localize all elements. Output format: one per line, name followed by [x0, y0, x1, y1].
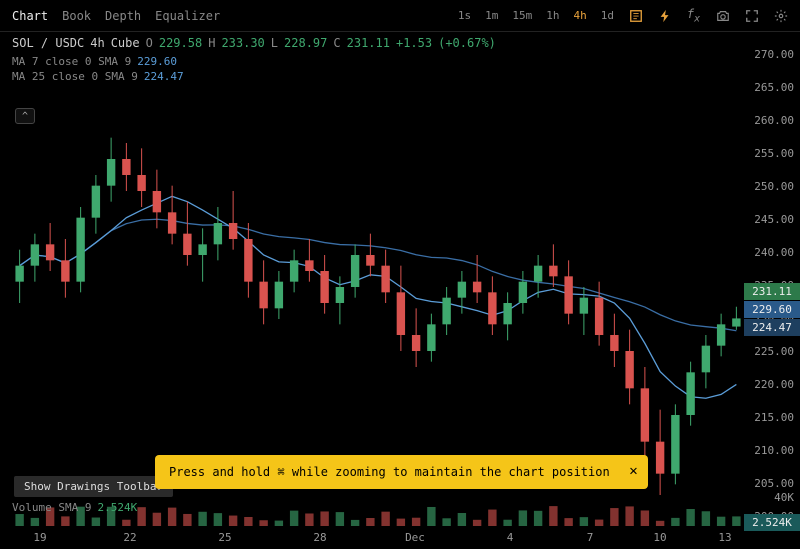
price-tick: 210.00: [754, 444, 794, 457]
tab-chart[interactable]: Chart: [12, 7, 48, 25]
price-tick: 245.00: [754, 213, 794, 226]
price-tick: 270.00: [754, 48, 794, 61]
price-badge-last: 231.11: [744, 283, 800, 300]
timeframe-1d[interactable]: 1d: [601, 9, 614, 22]
price-tick: 225.00: [754, 345, 794, 358]
fx-indicators-icon[interactable]: fx: [686, 8, 701, 23]
price-axis[interactable]: 270.00 265.00 260.00 255.00 250.00 245.00 240.…: [744, 36, 800, 525]
volume-indicator-row: Volume SMA 9 2.524K: [12, 501, 137, 514]
time-tick: 7: [587, 531, 594, 544]
price-tick: 240.00: [754, 246, 794, 259]
volume-axis-tick: 40K: [774, 491, 794, 504]
volume-value: 2.524K: [97, 501, 137, 514]
time-tick: Dec: [405, 531, 425, 544]
time-tick: 19: [33, 531, 46, 544]
camera-icon[interactable]: [715, 8, 730, 23]
time-tick: 22: [123, 531, 136, 544]
price-tick: 250.00: [754, 180, 794, 193]
price-tick: 220.00: [754, 378, 794, 391]
chart-area[interactable]: 270.00 265.00 260.00 255.00 250.00 245.00 240.…: [0, 36, 800, 525]
time-tick: 25: [218, 531, 231, 544]
close-icon[interactable]: ✕: [629, 463, 637, 479]
price-badge-ma25: 224.47: [744, 319, 800, 336]
zoom-hint-text: Press and hold ⌘ while zooming to mainta…: [169, 465, 610, 479]
top-tab-bar: Chart Book Depth Equalizer 1s 1m 15m 1h …: [0, 0, 800, 32]
timeframe-1m[interactable]: 1m: [485, 9, 498, 22]
timeframe-4h[interactable]: 4h: [574, 9, 587, 22]
price-tick: 255.00: [754, 147, 794, 160]
time-tick: 28: [313, 531, 326, 544]
time-axis[interactable]: 19 22 25 28 Dec 4 7 10 13: [0, 525, 744, 549]
tab-book[interactable]: Book: [62, 7, 91, 25]
timeframe-1s[interactable]: 1s: [458, 9, 471, 22]
time-tick: 13: [718, 531, 731, 544]
price-tick: 215.00: [754, 411, 794, 424]
price-tick: 205.00: [754, 477, 794, 490]
lightning-icon[interactable]: [657, 8, 672, 23]
price-badge-vol: 2.524K: [744, 514, 800, 531]
tab-depth[interactable]: Depth: [105, 7, 141, 25]
time-tick: 10: [653, 531, 666, 544]
price-tick: 265.00: [754, 81, 794, 94]
timeframe-1h[interactable]: 1h: [546, 9, 559, 22]
gear-icon[interactable]: [773, 8, 788, 23]
tab-equalizer[interactable]: Equalizer: [155, 7, 220, 25]
price-tick: 260.00: [754, 114, 794, 127]
volume-label: Volume SMA 9: [12, 501, 91, 514]
fullscreen-icon[interactable]: [744, 8, 759, 23]
price-badge-ma7: 229.60: [744, 301, 800, 318]
timeframe-15m[interactable]: 15m: [512, 9, 532, 22]
zoom-hint-banner: Press and hold ⌘ while zooming to mainta…: [155, 455, 648, 489]
chart-type-icon[interactable]: [628, 8, 643, 23]
time-tick: 4: [507, 531, 514, 544]
